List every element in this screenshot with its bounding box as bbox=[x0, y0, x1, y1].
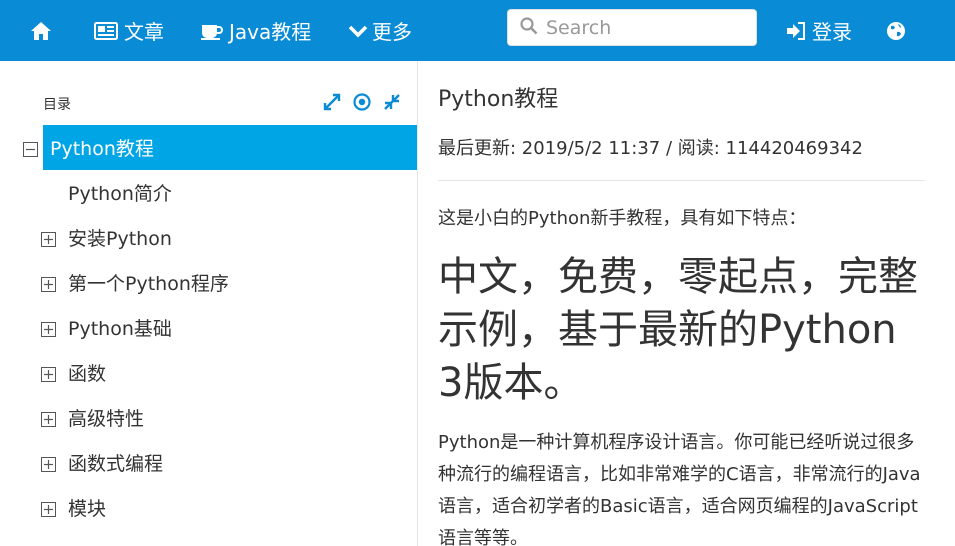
toc-item-label: 模块 bbox=[68, 498, 107, 520]
nav-articles-label: 文章 bbox=[124, 20, 164, 44]
toc-item-label: 安装Python bbox=[68, 228, 172, 250]
article-meta: 最后更新: 2019/5/2 11:37 / 阅读: 114420469342 bbox=[438, 138, 863, 159]
nav-articles[interactable]: 文章 bbox=[94, 0, 164, 61]
nav-java[interactable]: Java教程 bbox=[201, 0, 311, 61]
nav-language[interactable] bbox=[886, 0, 906, 61]
toc-item-first-program[interactable]: 第一个Python程序 bbox=[0, 260, 417, 305]
toc-item-label: 函数 bbox=[68, 363, 107, 385]
expand-toggle-icon[interactable] bbox=[41, 275, 56, 292]
toc-item-modules[interactable]: 模块 bbox=[0, 485, 417, 530]
nav-more[interactable]: 更多 bbox=[348, 0, 412, 61]
toc-item-label: Python基础 bbox=[68, 318, 172, 340]
toc-item-functional-programming[interactable]: 函数式编程 bbox=[0, 440, 417, 485]
headline: 中文，免费，零起点，完整示例，基于最新的Python 3版本。 bbox=[438, 254, 918, 406]
newspaper-icon bbox=[94, 21, 118, 40]
nav-login-label: 登录 bbox=[812, 20, 852, 44]
coffee-icon bbox=[201, 22, 223, 40]
toc-tools bbox=[322, 92, 402, 112]
search-icon bbox=[520, 16, 538, 39]
expand-toggle-icon[interactable] bbox=[41, 500, 56, 517]
expand-toggle-icon[interactable] bbox=[41, 320, 56, 337]
toc-item-functions[interactable]: 函数 bbox=[0, 350, 417, 395]
nav-home[interactable] bbox=[30, 0, 52, 61]
search-input[interactable] bbox=[546, 16, 746, 39]
expand-toggle-icon[interactable] bbox=[41, 365, 56, 382]
sign-in-icon bbox=[786, 21, 806, 40]
sidebar-toc: 目录 Python教程 Python简介 安装Python 第一个Python程… bbox=[0, 61, 418, 546]
toc-item-python-tutorial[interactable]: Python教程 bbox=[0, 125, 417, 170]
main-content: Python教程 最后更新: 2019/5/2 11:37 / 阅读: 1144… bbox=[438, 61, 933, 546]
toc-item-label: 第一个Python程序 bbox=[68, 273, 229, 295]
expand-toggle-icon[interactable] bbox=[41, 455, 56, 472]
search-box[interactable] bbox=[507, 9, 757, 46]
toc-item-python-intro[interactable]: Python简介 bbox=[0, 170, 417, 215]
page-title: Python教程 bbox=[438, 87, 559, 112]
toc-heading: 目录 bbox=[43, 97, 71, 113]
nav-more-label: 更多 bbox=[372, 20, 412, 44]
toc-item-python-basics[interactable]: Python基础 bbox=[0, 305, 417, 350]
home-icon bbox=[30, 21, 52, 41]
collapse-toggle-icon[interactable] bbox=[23, 140, 38, 157]
expand-icon[interactable] bbox=[322, 92, 342, 112]
expand-toggle-icon[interactable] bbox=[41, 410, 56, 427]
toc-item-label: 函数式编程 bbox=[68, 453, 164, 475]
chevron-down-icon bbox=[348, 24, 368, 38]
toc-item-advanced-features[interactable]: 高级特性 bbox=[0, 395, 417, 440]
body-paragraph: Python是一种计算机程序设计语言。你可能已经听说过很多种流行的编程语言，比如… bbox=[438, 432, 921, 546]
collapse-icon[interactable] bbox=[382, 92, 402, 112]
top-navbar: 文章 Java教程 更多 登录 bbox=[0, 0, 955, 61]
divider bbox=[438, 180, 925, 181]
nav-login[interactable]: 登录 bbox=[786, 0, 852, 61]
toc-item-install-python[interactable]: 安装Python bbox=[0, 215, 417, 260]
toc-item-label: 高级特性 bbox=[68, 408, 145, 430]
toc-item-label: Python教程 bbox=[50, 138, 154, 160]
globe-icon bbox=[886, 21, 906, 41]
expand-toggle-icon[interactable] bbox=[41, 230, 56, 247]
intro-text: 这是小白的Python新手教程，具有如下特点： bbox=[438, 208, 807, 229]
nav-java-label: Java教程 bbox=[229, 20, 312, 44]
toc-item-label: Python简介 bbox=[68, 183, 172, 205]
locate-icon[interactable] bbox=[352, 92, 372, 112]
